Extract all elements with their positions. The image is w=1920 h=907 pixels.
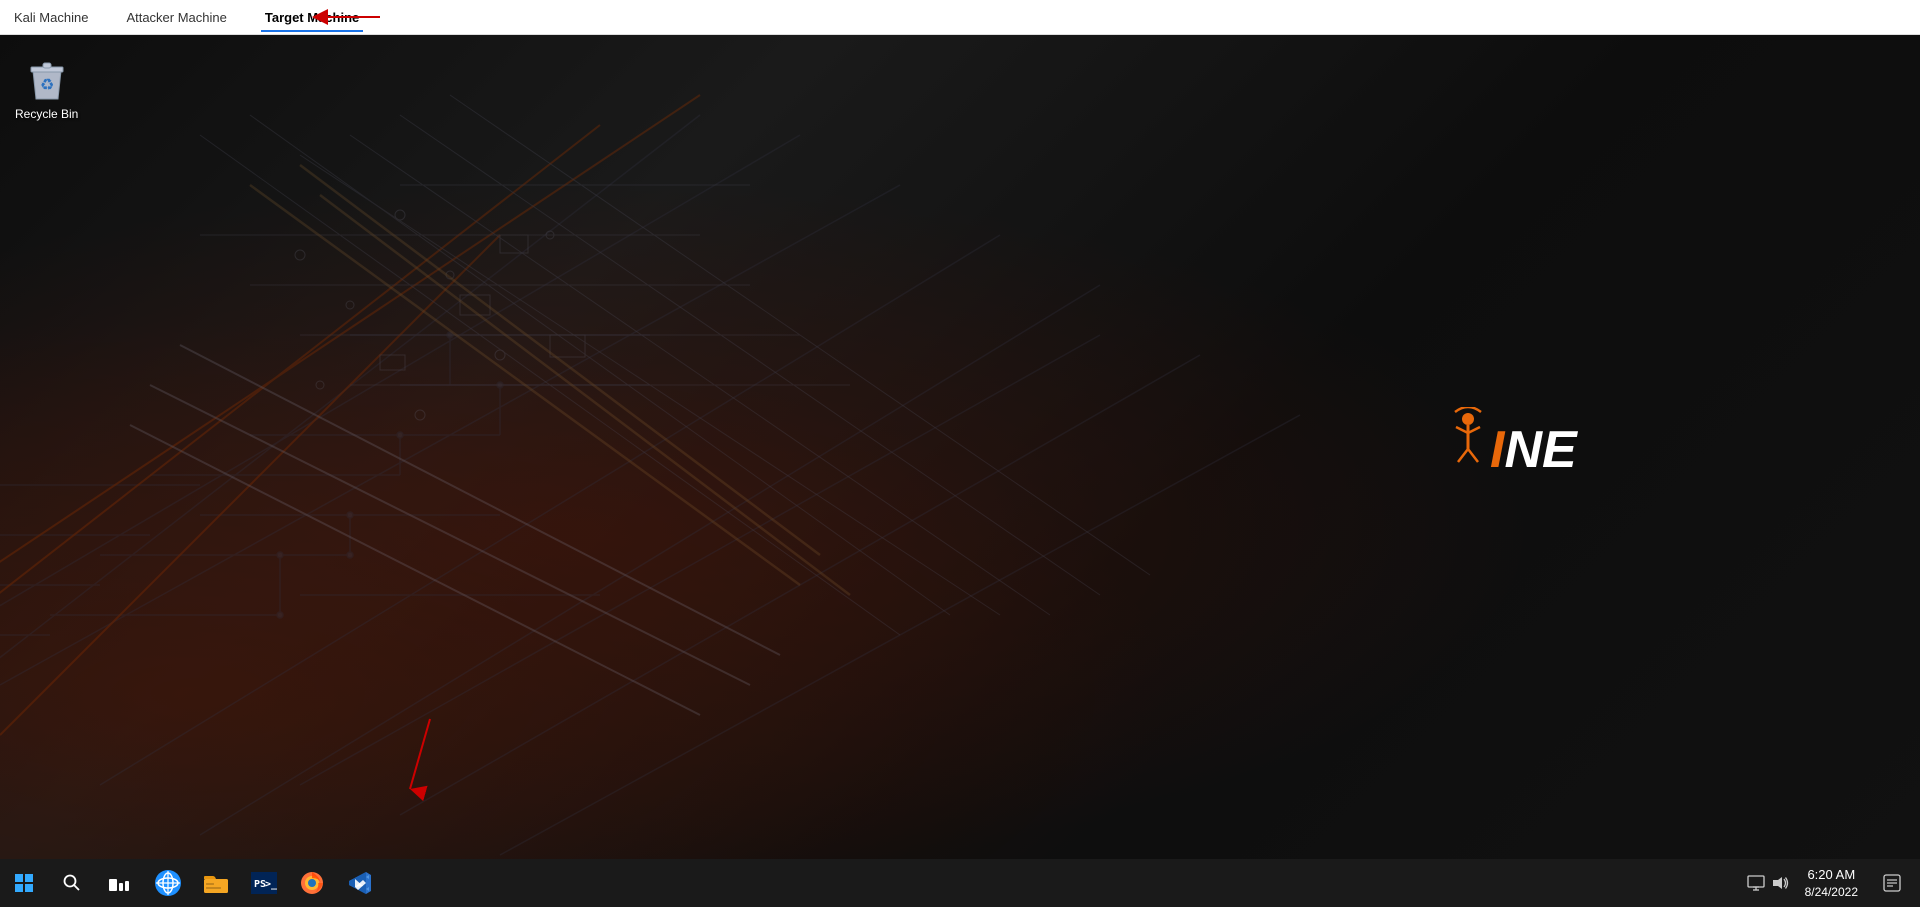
windows-logo-icon	[15, 874, 33, 892]
taskbar: PS >_	[0, 859, 1920, 907]
search-icon	[63, 874, 81, 892]
svg-text:>_: >_	[265, 879, 277, 890]
task-view-icon	[109, 875, 131, 891]
ine-logo-svg: INE	[1450, 407, 1670, 487]
taskbar-apps: PS >_	[144, 859, 384, 907]
clock-date: 8/24/2022	[1805, 884, 1858, 901]
vscode-icon	[347, 870, 373, 896]
top-navigation-bar: Kali Machine Attacker Machine Target Mac…	[0, 0, 1920, 35]
desktop: ♻ Recycle Bin	[0, 35, 1920, 859]
search-button[interactable]	[48, 859, 96, 907]
nav-arrow-annotation	[310, 2, 390, 32]
firefox-icon	[299, 870, 325, 896]
notification-center-button[interactable]	[1874, 859, 1910, 907]
powershell-icon: PS >_	[251, 872, 277, 894]
recycle-bin-svg: ♻	[23, 55, 71, 103]
svg-text:INE: INE	[1490, 421, 1578, 479]
tab-kali-machine[interactable]: Kali Machine	[10, 4, 92, 31]
firefox-button[interactable]	[288, 859, 336, 907]
file-explorer-icon	[203, 872, 229, 894]
system-tray: 6:20 AM 8/24/2022	[1747, 859, 1920, 907]
recycle-bin-icon[interactable]: ♻ Recycle Bin	[15, 55, 78, 121]
vscode-button[interactable]	[336, 859, 384, 907]
display-settings-icon[interactable]	[1747, 875, 1765, 891]
tray-icons-group	[1747, 875, 1789, 891]
system-clock[interactable]: 6:20 AM 8/24/2022	[1797, 866, 1866, 901]
notification-icon	[1883, 874, 1901, 892]
ine-logo: INE	[1450, 407, 1670, 487]
file-explorer-button[interactable]	[192, 859, 240, 907]
tab-attacker-machine[interactable]: Attacker Machine	[122, 4, 230, 31]
recycle-bin-label: Recycle Bin	[15, 107, 78, 121]
internet-explorer-button[interactable]	[144, 859, 192, 907]
task-view-button[interactable]	[96, 859, 144, 907]
start-button[interactable]	[0, 859, 48, 907]
volume-icon[interactable]	[1771, 875, 1789, 891]
clock-time: 6:20 AM	[1807, 866, 1855, 884]
internet-explorer-icon	[155, 870, 181, 896]
taskbar-arrow-annotation	[380, 714, 460, 804]
powershell-button[interactable]: PS >_	[240, 859, 288, 907]
svg-text:♻: ♻	[40, 77, 54, 94]
